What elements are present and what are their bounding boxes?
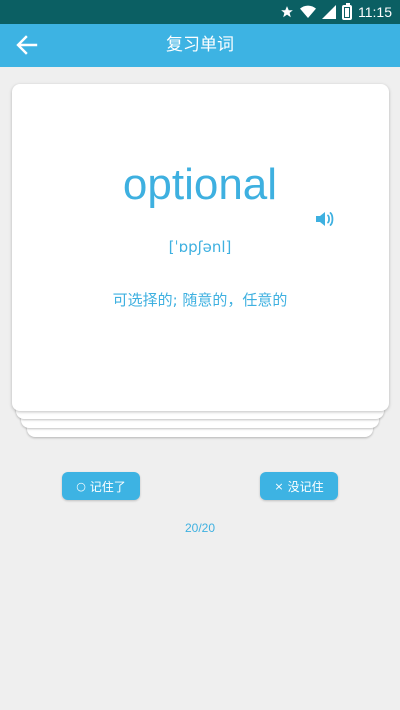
progress-counter: 20/20: [184, 521, 216, 535]
wifi-icon: [300, 5, 316, 19]
battery-icon: [342, 2, 352, 20]
star-icon: [281, 6, 293, 18]
not-remembered-button[interactable]: × 没记住: [260, 472, 338, 500]
status-icons: 11:15: [280, 2, 392, 21]
app-bar: 复习单词: [0, 24, 400, 67]
not-remembered-label: 没记住: [287, 479, 324, 494]
status-time: 11:15: [358, 4, 392, 20]
meaning-text: 可选择的; 随意的，任意的: [112, 291, 288, 309]
arrow-left-icon: [16, 35, 38, 55]
speaker-icon[interactable]: [314, 209, 336, 229]
page-title: 复习单词: [166, 35, 234, 55]
signal-icon: [322, 5, 336, 19]
remembered-label: 记住了: [89, 479, 126, 494]
status-bar: 11:15: [0, 0, 400, 24]
remembered-button[interactable]: ○ 记住了: [62, 472, 140, 500]
word-text: optional: [122, 160, 278, 209]
close-icon: ×: [274, 479, 284, 493]
circle-icon: ○: [76, 479, 86, 493]
phonetic-text: [ˈɒpʃənl]: [168, 238, 232, 256]
back-button[interactable]: [10, 30, 44, 60]
